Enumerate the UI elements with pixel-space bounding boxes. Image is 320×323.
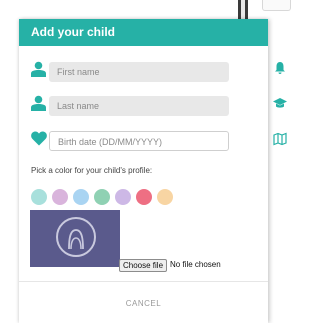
color-swatch-teal[interactable] [31, 189, 47, 205]
last-name-placeholder: Last name [57, 101, 100, 111]
no-file-chosen-text: No file chosen [170, 260, 221, 269]
cancel-button[interactable]: CANCEL [19, 299, 268, 308]
color-swatch-pink[interactable] [52, 189, 68, 205]
person-icon [31, 61, 46, 77]
map-icon[interactable] [273, 132, 287, 146]
footer-divider [19, 281, 268, 282]
first-name-field[interactable]: First name [49, 62, 229, 82]
modal-title: Add your child [31, 25, 115, 39]
birth-date-placeholder: Birth date (DD/MM/YYYY) [58, 137, 163, 147]
color-picker-label: Pick a color for your child's profile: [31, 166, 153, 175]
avatar-placeholder-icon [56, 217, 96, 257]
color-swatch-lavender[interactable] [115, 189, 131, 205]
background-scroll-element-inner [241, 0, 245, 19]
bell-icon[interactable] [273, 61, 287, 75]
modal-header: Add your child [19, 19, 268, 46]
color-swatch-green[interactable] [94, 189, 110, 205]
heart-icon [31, 131, 47, 147]
birth-date-field[interactable]: Birth date (DD/MM/YYYY) [49, 131, 229, 151]
background-panel-corner [262, 0, 291, 11]
add-child-modal: Add your child First name Last name Birt… [19, 19, 268, 323]
graduation-cap-icon[interactable] [273, 96, 287, 110]
choose-file-button[interactable]: Choose file [119, 259, 168, 272]
person-icon [31, 95, 46, 111]
color-swatch-peach[interactable] [157, 189, 173, 205]
color-swatch-red[interactable] [136, 189, 152, 205]
avatar-preview [30, 210, 120, 267]
color-swatch-blue[interactable] [73, 189, 89, 205]
first-name-placeholder: First name [57, 67, 100, 77]
last-name-field[interactable]: Last name [49, 96, 229, 116]
